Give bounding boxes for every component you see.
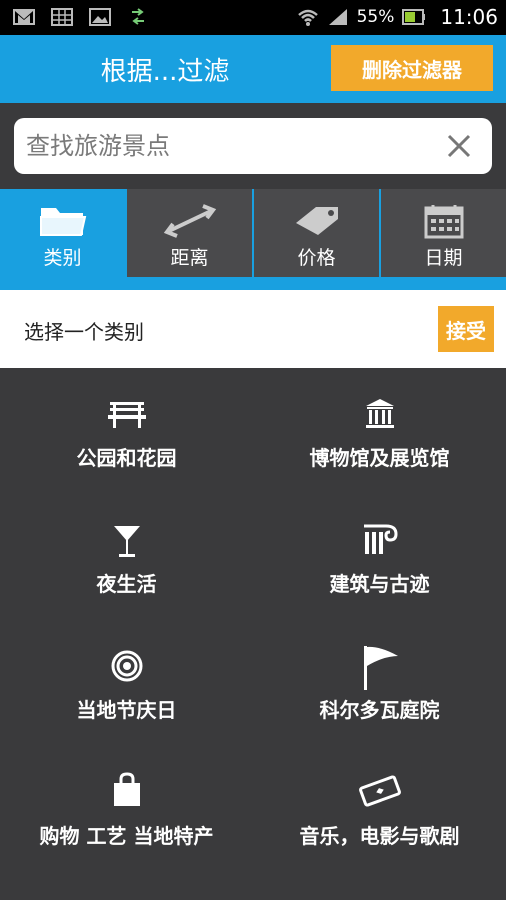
category-grid: 公园和花园 博物馆及展览馆 夜生活 建筑与古迹 当地节庆日 科尔多瓦庭院 购物 … (0, 368, 506, 900)
category-header: 选择一个类别 接受 (0, 290, 506, 368)
museum-icon (365, 399, 394, 428)
category-festivals[interactable]: 当地节庆日 (0, 620, 253, 746)
tab-date[interactable]: 日期 (379, 189, 506, 277)
distance-arrow-icon (163, 204, 216, 238)
category-label: 音乐，电影与歌剧 (299, 824, 460, 848)
tab-distance[interactable]: 距离 (125, 189, 252, 277)
category-label: 购物 工艺 当地特产 (39, 824, 214, 848)
category-label: 公园和花园 (76, 446, 177, 470)
category-label: 当地节庆日 (76, 698, 177, 722)
gmail-icon (13, 9, 35, 25)
tab-label: 价格 (297, 247, 336, 269)
battery-icon (402, 9, 426, 25)
search-section (0, 103, 506, 189)
tabs-underline (0, 277, 506, 290)
calendar-icon (424, 205, 463, 239)
gallery-icon (89, 8, 111, 26)
tab-price[interactable]: 价格 (252, 189, 379, 277)
wifi-icon (297, 9, 318, 26)
category-label: 科尔多瓦庭院 (319, 698, 440, 722)
tab-label: 类别 (43, 247, 82, 269)
search-box (14, 118, 492, 174)
status-bar: 55% 11:06 (0, 0, 506, 35)
tab-category[interactable]: 类别 (0, 189, 125, 277)
search-input[interactable] (26, 126, 436, 166)
clear-filter-button[interactable]: 删除过滤器 (331, 45, 493, 91)
column-icon (363, 524, 398, 554)
flag-icon (363, 646, 398, 690)
price-tag-icon (295, 207, 338, 235)
close-icon[interactable] (444, 131, 474, 161)
category-museums[interactable]: 博物馆及展览馆 (253, 368, 506, 494)
bench-icon (107, 402, 146, 428)
category-parks[interactable]: 公园和花园 (0, 368, 253, 494)
target-icon (111, 650, 142, 682)
signal-icon (328, 9, 347, 25)
data-sync-icon (132, 8, 144, 25)
category-label: 博物馆及展览馆 (309, 446, 450, 470)
ticket-icon (358, 775, 401, 807)
tab-label: 日期 (424, 247, 463, 269)
battery-percent: 55% (356, 7, 395, 27)
header-bar: 根据...过滤 删除过滤器 (0, 35, 506, 103)
tab-label: 距离 (170, 247, 209, 269)
shopping-bag-icon (113, 772, 140, 806)
clock: 11:06 (440, 5, 498, 29)
page-title: 根据...过滤 (100, 57, 230, 87)
category-shopping[interactable]: 购物 工艺 当地特产 (0, 746, 253, 872)
choose-category-label: 选择一个类别 (24, 320, 144, 344)
category-music-film-opera[interactable]: 音乐，电影与歌剧 (253, 746, 506, 872)
accept-button[interactable]: 接受 (438, 306, 494, 352)
calendar-grid-icon (51, 8, 73, 26)
category-architecture[interactable]: 建筑与古迹 (253, 494, 506, 620)
category-patios[interactable]: 科尔多瓦庭院 (253, 620, 506, 746)
category-label: 建筑与古迹 (329, 572, 430, 596)
cocktail-icon (113, 526, 140, 557)
folder-icon (39, 208, 86, 236)
category-nightlife[interactable]: 夜生活 (0, 494, 253, 620)
category-label: 夜生活 (96, 572, 157, 596)
filter-tabs: 类别 距离 价格 日期 (0, 189, 506, 277)
